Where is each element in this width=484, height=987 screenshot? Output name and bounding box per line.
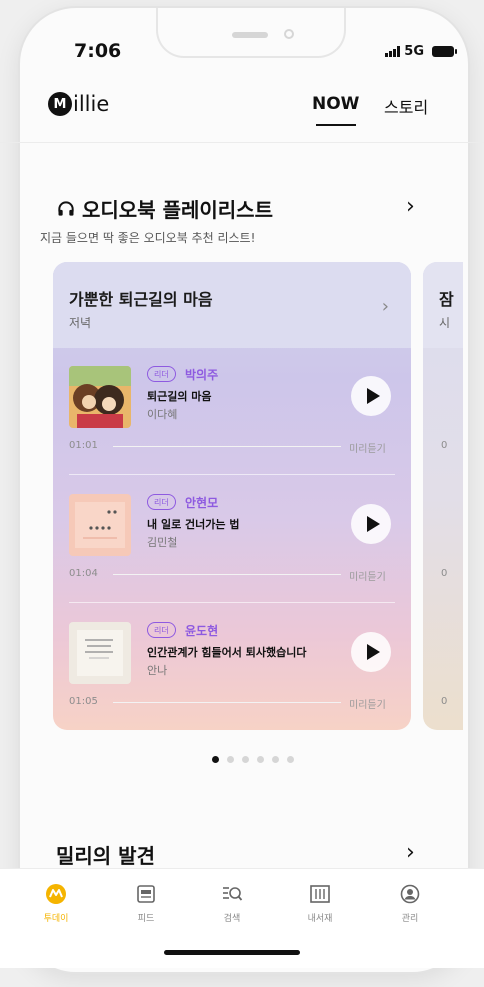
next-card-header: 잠 시 bbox=[423, 262, 463, 348]
track-item[interactable]: 리더 윤도현 인간관계가 힘들어서 퇴사했습니다 안나 01:05 미리듣기 bbox=[69, 622, 395, 722]
profile-icon bbox=[380, 883, 440, 905]
track-duration: 01:04 bbox=[69, 568, 98, 579]
search-icon bbox=[202, 883, 262, 905]
battery-icon bbox=[432, 46, 457, 57]
track-duration: 01:01 bbox=[69, 440, 98, 451]
preview-link[interactable]: 미리듣기 bbox=[349, 696, 386, 711]
carousel-dot[interactable] bbox=[242, 756, 249, 763]
book-cover[interactable] bbox=[69, 494, 131, 556]
track-author: 이다혜 bbox=[147, 408, 178, 421]
book-cover[interactable] bbox=[69, 622, 131, 684]
discover-more-arrow[interactable]: › bbox=[406, 840, 415, 865]
signal-icon bbox=[385, 46, 401, 57]
play-button[interactable] bbox=[351, 504, 391, 544]
carousel-dot[interactable] bbox=[272, 756, 279, 763]
logo-mark: M bbox=[48, 92, 72, 116]
tab-label: 검색 bbox=[223, 914, 241, 924]
headphones-icon bbox=[58, 200, 74, 216]
discover-section-title[interactable]: 밀리의 발견 bbox=[56, 840, 155, 869]
track-author: 김민철 bbox=[147, 536, 178, 549]
tab-label: 피드 bbox=[137, 914, 155, 924]
tab-label: 내서재 bbox=[307, 914, 333, 924]
tab-search[interactable]: 검색 bbox=[202, 883, 262, 924]
play-icon bbox=[366, 516, 380, 532]
tab-label: 관리 bbox=[401, 914, 419, 924]
playlist-card-header[interactable]: 가뿐한 퇴근길의 마음 저녁 › bbox=[53, 262, 411, 348]
next-card-time: 0 bbox=[441, 440, 448, 451]
track-duration: 01:05 bbox=[69, 696, 98, 707]
camera bbox=[284, 29, 294, 39]
track-title: 내 일로 건너가는 법 bbox=[147, 518, 240, 531]
audiobook-subtitle: 지금 들으면 딱 좋은 오디오북 추천 리스트! bbox=[40, 231, 256, 245]
home-indicator[interactable] bbox=[164, 950, 300, 955]
track-title: 퇴근길의 마음 bbox=[147, 390, 212, 403]
phone-notch bbox=[156, 8, 346, 58]
today-icon bbox=[26, 883, 86, 905]
play-icon bbox=[366, 644, 380, 660]
track-item[interactable]: 리더 박의주 퇴근길의 마음 이다혜 01:01 미리듣기 bbox=[69, 366, 395, 466]
play-button[interactable] bbox=[351, 632, 391, 672]
carousel-dot-active[interactable] bbox=[212, 756, 219, 763]
tab-library[interactable]: 내서재 bbox=[290, 883, 350, 924]
network-label: 5G bbox=[404, 44, 424, 59]
track-divider bbox=[69, 602, 395, 603]
header-divider bbox=[0, 142, 484, 143]
reader-badge: 리더 bbox=[147, 494, 176, 510]
carousel-dot[interactable] bbox=[257, 756, 264, 763]
chevron-right-icon[interactable]: › bbox=[382, 296, 389, 317]
reader-badge: 리더 bbox=[147, 622, 176, 638]
library-icon bbox=[290, 883, 350, 905]
carousel-dot[interactable] bbox=[227, 756, 234, 763]
tab-now-underline bbox=[316, 124, 356, 126]
audiobook-section-title[interactable]: 오디오북 플레이리스트 bbox=[56, 194, 273, 223]
next-card-time: 0 bbox=[441, 568, 448, 579]
track-item[interactable]: 리더 안현모 내 일로 건너가는 법 김민철 01:04 미리듣기 bbox=[69, 494, 395, 594]
progress-bar[interactable] bbox=[113, 446, 341, 447]
play-button[interactable] bbox=[351, 376, 391, 416]
next-card-subtitle: 시 bbox=[439, 316, 451, 330]
playlist-title: 가뿐한 퇴근길의 마음 bbox=[69, 290, 213, 309]
playlist-subtitle: 저녁 bbox=[69, 316, 92, 330]
progress-bar[interactable] bbox=[113, 574, 341, 575]
reader-badge: 리더 bbox=[147, 366, 176, 382]
status-indicators: 5G bbox=[385, 44, 457, 59]
logo-text: illie bbox=[73, 92, 110, 116]
tab-now[interactable]: NOW bbox=[312, 94, 359, 114]
feed-icon bbox=[116, 883, 176, 905]
track-divider bbox=[69, 474, 395, 475]
carousel-dots[interactable] bbox=[212, 756, 294, 763]
app-logo[interactable]: M illie bbox=[48, 92, 109, 116]
audiobook-title-text: 오디오북 플레이리스트 bbox=[82, 198, 273, 222]
track-author: 안나 bbox=[147, 664, 168, 677]
reader-name: 윤도현 bbox=[185, 624, 219, 638]
tab-story[interactable]: 스토리 bbox=[384, 94, 428, 118]
next-card-title: 잠 bbox=[439, 290, 454, 309]
preview-link[interactable]: 미리듣기 bbox=[349, 568, 386, 583]
preview-link[interactable]: 미리듣기 bbox=[349, 440, 386, 455]
next-card-time: 0 bbox=[441, 696, 448, 707]
audiobook-more-arrow[interactable]: › bbox=[406, 194, 415, 219]
playlist-card[interactable]: 가뿐한 퇴근길의 마음 저녁 › 리더 박의주 퇴근길의 마음 이다혜 01:0… bbox=[53, 262, 411, 730]
tab-today[interactable]: 투데이 bbox=[26, 883, 86, 924]
progress-bar[interactable] bbox=[113, 702, 341, 703]
reader-name: 박의주 bbox=[185, 368, 219, 382]
tab-manage[interactable]: 관리 bbox=[380, 883, 440, 924]
book-cover[interactable] bbox=[69, 366, 131, 428]
reader-name: 안현모 bbox=[185, 496, 219, 510]
carousel-dot[interactable] bbox=[287, 756, 294, 763]
track-title: 인간관계가 힘들어서 퇴사했습니다 bbox=[147, 646, 307, 659]
next-playlist-card[interactable]: 잠 시 0 0 0 bbox=[423, 262, 463, 730]
tab-feed[interactable]: 피드 bbox=[116, 883, 176, 924]
tab-label: 투데이 bbox=[43, 914, 69, 924]
play-icon bbox=[366, 388, 380, 404]
speaker bbox=[232, 32, 268, 38]
status-time: 7:06 bbox=[74, 40, 122, 62]
